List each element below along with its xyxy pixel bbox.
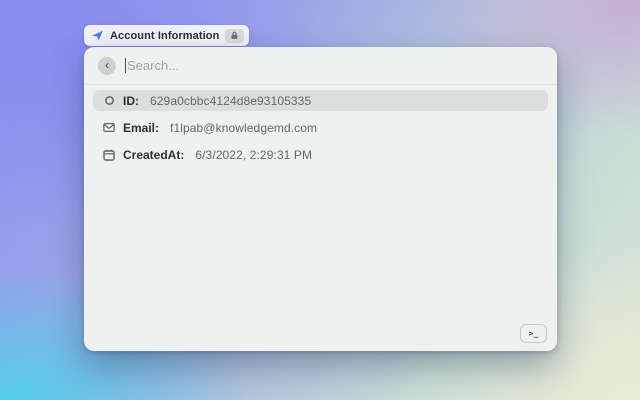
- result-list: ID: 629a0cbbc4124d8e93105335 Email: f1lp…: [84, 85, 557, 176]
- search-bar: ‹: [84, 47, 557, 85]
- actions-button[interactable]: >_: [520, 324, 547, 343]
- search-input[interactable]: [127, 58, 543, 73]
- calendar-icon: [103, 149, 115, 161]
- desktop-background: { "pill": { "label": "Account Informatio…: [0, 0, 640, 400]
- list-item[interactable]: ID: 629a0cbbc4124d8e93105335: [93, 90, 548, 111]
- command-pill[interactable]: Account Information: [84, 25, 249, 46]
- command-pill-label: Account Information: [110, 30, 219, 42]
- envelope-icon: [103, 122, 115, 134]
- list-item[interactable]: Email: f1lpab@knowledgemd.com: [93, 117, 548, 138]
- terminal-icon: >_: [529, 330, 539, 338]
- search-field-wrap: [125, 58, 543, 73]
- text-caret: [125, 58, 126, 73]
- back-button[interactable]: ‹: [98, 57, 116, 75]
- list-item[interactable]: CreatedAt: 6/3/2022, 2:29:31 PM: [93, 144, 548, 165]
- paper-plane-icon: [91, 29, 104, 42]
- account-information-window: ‹ ID: 629a0cbbc4124d8e93105335 Email: f1…: [84, 47, 557, 351]
- lock-icon: [225, 29, 244, 43]
- chevron-left-icon: ‹: [105, 59, 109, 71]
- circle-icon: [103, 95, 115, 107]
